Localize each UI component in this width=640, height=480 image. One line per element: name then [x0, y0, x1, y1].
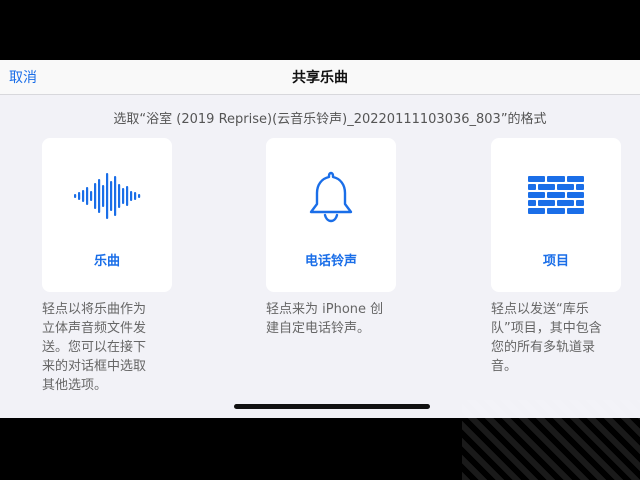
description-line: 音。: [491, 359, 518, 374]
description-line: 送。您可以在接下: [42, 340, 147, 355]
description-line: 您的所有多轨道录: [491, 340, 596, 355]
waveform-bar: [98, 179, 101, 213]
waveform-bar: [74, 194, 77, 198]
waveform-bar: [122, 188, 125, 204]
waveform-bar: [106, 173, 109, 219]
waveform-bar: [90, 191, 93, 201]
description-line: 轻点来为 iPhone 创: [266, 302, 384, 317]
format-prompt: 选取“浴室 (2019 Reprise)(云音乐铃声)_202201111030…: [113, 112, 547, 127]
waveform-bar: [82, 190, 85, 202]
ringtone-option-card[interactable]: 电话铃声: [266, 138, 396, 292]
song-option-label: 乐曲: [93, 254, 120, 269]
ringtone-option-description: 轻点来为 iPhone 创 建自定电话铃声。: [266, 300, 406, 338]
description-line: 其他选项。: [42, 378, 108, 393]
waveform-bar: [114, 176, 117, 216]
waveform-bar: [102, 185, 105, 207]
navigation-bar: 取消 共享乐曲: [0, 60, 640, 95]
waveform-bar: [78, 192, 81, 200]
description-line: 队”项目，其中包含: [491, 321, 602, 336]
waveform-bar: [110, 181, 113, 211]
waveform-icon: [42, 170, 172, 222]
waveform-bar: [118, 184, 121, 208]
description-line: 轻点以发送“库乐: [491, 302, 589, 317]
song-option-description: 轻点以将乐曲作为 立体声音频文件发 送。您可以在接下 来的对话框中选取 其他选项…: [42, 300, 182, 395]
waveform-bar: [134, 192, 137, 200]
waveform-bar: [86, 187, 89, 205]
share-song-sheet: 取消 共享乐曲 选取“浴室 (2019 Reprise)(云音乐铃声)_2022…: [0, 60, 640, 418]
project-option-description: 轻点以发送“库乐 队”项目，其中包含 您的所有多轨道录 音。: [491, 300, 631, 376]
watermark-overlay: [462, 400, 640, 480]
description-line: 轻点以将乐曲作为: [42, 302, 147, 317]
waveform-bar: [94, 183, 97, 209]
description-line: 来的对话框中选取: [42, 359, 147, 374]
project-option-label: 项目: [542, 254, 569, 269]
ringtone-option-label: 电话铃声: [304, 254, 357, 269]
home-indicator[interactable]: [234, 404, 430, 409]
description-line: 建自定电话铃声。: [266, 321, 371, 336]
brick-wall-icon: [491, 170, 621, 222]
waveform-bar: [130, 191, 133, 201]
waveform-bar: [138, 194, 141, 198]
project-option-card[interactable]: 项目: [491, 138, 621, 292]
description-line: 立体声音频文件发: [42, 321, 147, 336]
sheet-title: 共享乐曲: [292, 70, 348, 86]
bell-icon: [266, 170, 396, 223]
waveform-bar: [126, 186, 129, 206]
song-option-card[interactable]: 乐曲: [42, 138, 172, 292]
